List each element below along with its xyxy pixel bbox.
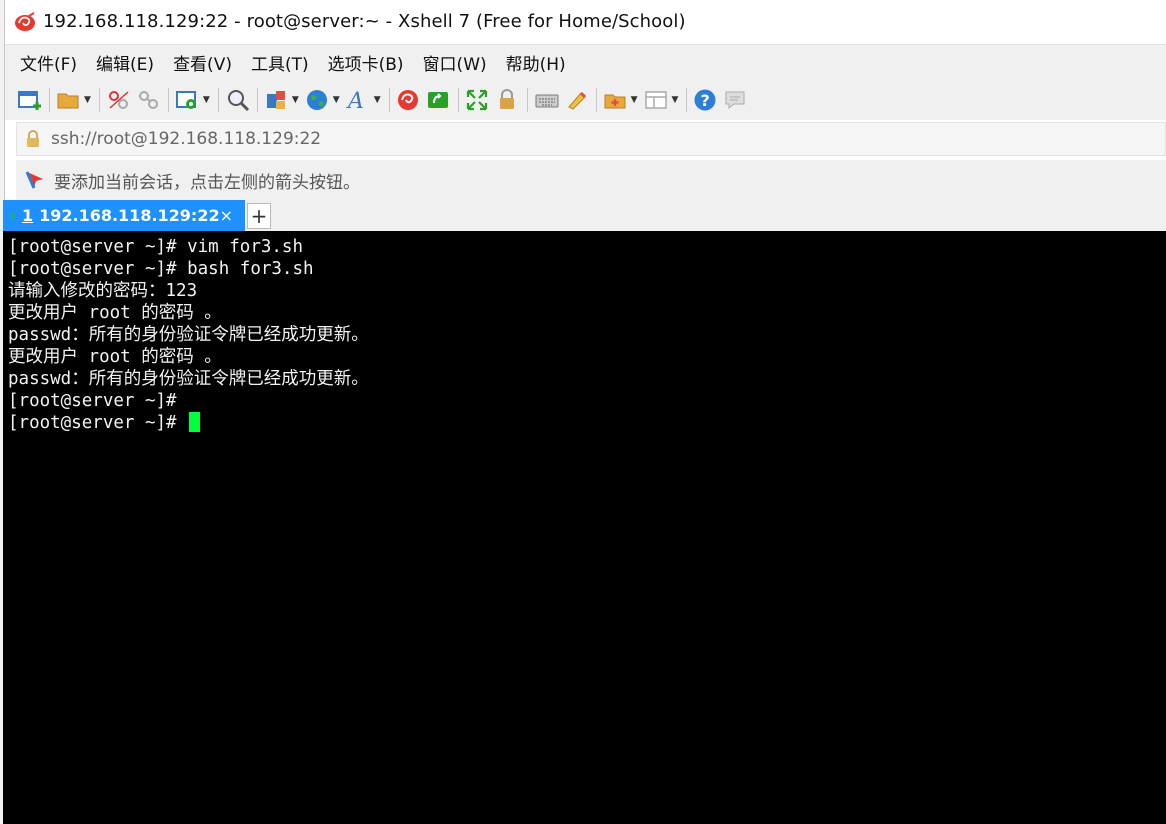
keyboard-icon	[535, 94, 559, 108]
terminal-line: passwd：所有的身份验证令牌已经成功更新。	[8, 369, 369, 389]
title-bar: 192.168.118.129:22 - root@server:~ - Xsh…	[5, 0, 1166, 43]
terminal-line: [root@server ~]# bash for3.sh	[8, 259, 314, 279]
fullscreen-icon	[466, 89, 487, 111]
svg-text:?: ?	[701, 91, 710, 110]
address-field[interactable]: ssh://root@192.168.118.129:22	[51, 129, 321, 149]
tab-number: 1	[21, 206, 34, 225]
menu-bar: 文件(F) 编辑(E) 查看(V) 工具(T) 选项卡(B) 窗口(W) 帮助(…	[5, 44, 1166, 80]
terminal-area[interactable]: [root@server ~]# vim for3.sh [root@serve…	[3, 231, 1166, 824]
chat-button[interactable]	[723, 85, 749, 115]
terminal-prompt-line: [root@server ~]#	[8, 412, 1166, 434]
xshell-button[interactable]	[396, 85, 422, 115]
xshell-icon	[397, 90, 418, 110]
toolbar: ▼ ▼ ▼ ▼ A ▼ ▼ ▼ ?	[5, 80, 1166, 120]
new-tab-folder-icon	[604, 94, 626, 109]
tab-label: 192.168.118.129:22	[39, 206, 220, 225]
keyboard-button[interactable]	[534, 85, 560, 115]
connected-status-icon	[12, 211, 14, 220]
tab-bar: 1 192.168.118.129:22 × +	[3, 200, 1166, 231]
help-button[interactable]: ?	[693, 85, 719, 115]
font-icon: A	[346, 89, 364, 112]
transfer-button[interactable]: ▼	[264, 85, 301, 115]
dropdown-arrow-icon[interactable]: ▼	[374, 95, 381, 105]
toolbar-separator	[217, 88, 219, 112]
add-session-arrow-icon[interactable]	[24, 169, 46, 191]
highlight-button[interactable]	[564, 85, 590, 115]
menu-tools[interactable]: 工具(T)	[249, 48, 311, 77]
toolbar-separator	[49, 88, 50, 112]
tab-close-icon[interactable]: ×	[220, 206, 233, 225]
session-hint-bar: 要添加当前会话，点击左侧的箭头按钮。	[16, 160, 1166, 200]
chat-icon	[725, 91, 745, 110]
find-button[interactable]	[225, 85, 251, 115]
find-icon	[227, 90, 249, 112]
fullscreen-button[interactable]	[465, 85, 491, 115]
terminal-line: 请输入修改的密码：123	[8, 281, 198, 301]
open-session-button[interactable]: ▼	[56, 85, 93, 115]
dropdown-arrow-icon[interactable]: ▼	[631, 95, 638, 105]
menu-view[interactable]: 查看(V)	[171, 48, 234, 77]
new-session-button[interactable]	[17, 85, 43, 115]
terminal-prompt: [root@server ~]#	[8, 413, 188, 433]
toolbar-separator	[256, 88, 258, 112]
toolbar-separator	[98, 88, 100, 112]
terminal-line: [root@server ~]#	[8, 391, 177, 411]
toolbar-separator	[457, 88, 459, 112]
globe-icon	[306, 90, 327, 110]
new-tab-button[interactable]: +	[247, 203, 271, 229]
properties-button[interactable]: ▼	[175, 85, 212, 115]
menu-window[interactable]: 窗口(W)	[421, 48, 489, 77]
disconnect-icon	[108, 91, 129, 109]
dropdown-arrow-icon[interactable]: ▼	[203, 95, 210, 105]
svg-text:A: A	[346, 89, 364, 112]
toolbar-separator	[388, 88, 390, 112]
layout-icon	[644, 91, 667, 109]
new-session-icon	[18, 91, 41, 110]
dropdown-arrow-icon[interactable]: ▼	[672, 95, 679, 105]
dropdown-arrow-icon[interactable]: ▼	[84, 95, 91, 105]
new-tab-group-button[interactable]: ▼	[603, 85, 640, 115]
font-button[interactable]: A ▼	[346, 85, 383, 115]
reconnect-button[interactable]	[136, 85, 162, 115]
highlight-icon	[567, 91, 586, 110]
address-bar[interactable]: ssh://root@192.168.118.129:22	[16, 122, 1166, 156]
menu-help[interactable]: 帮助(H)	[504, 48, 568, 77]
reconnect-icon	[138, 91, 158, 109]
xshell-app-icon	[11, 10, 39, 34]
transfer-icon	[266, 91, 285, 109]
globe-button[interactable]: ▼	[305, 85, 342, 115]
terminal-line: 更改用户 root 的密码 。	[8, 347, 222, 367]
menu-file[interactable]: 文件(F)	[18, 48, 79, 77]
properties-icon	[175, 91, 196, 109]
terminal-line: passwd：所有的身份验证令牌已经成功更新。	[8, 325, 369, 345]
toolbar-separator	[526, 88, 528, 112]
window-title: 192.168.118.129:22 - root@server:~ - Xsh…	[43, 11, 686, 32]
lock-icon	[27, 130, 39, 147]
xftp-button[interactable]	[426, 85, 452, 115]
tab-session-1[interactable]: 1 192.168.118.129:22 ×	[3, 200, 245, 231]
disconnect-button[interactable]	[106, 85, 132, 115]
xftp-icon	[427, 92, 448, 108]
toolbar-separator	[686, 88, 688, 112]
dropdown-arrow-icon[interactable]: ▼	[333, 95, 340, 105]
terminal-line: [root@server ~]# vim for3.sh	[8, 237, 304, 257]
toolbar-separator	[167, 88, 169, 112]
lock-icon	[499, 89, 514, 109]
layout-button[interactable]: ▼	[644, 85, 681, 115]
session-hint-text: 要添加当前会话，点击左侧的箭头按钮。	[54, 172, 360, 193]
lock-button[interactable]	[495, 85, 521, 115]
help-icon: ?	[694, 89, 716, 111]
terminal-line: 更改用户 root 的密码 。	[8, 303, 222, 323]
open-folder-icon	[57, 93, 79, 109]
toolbar-separator	[595, 88, 597, 112]
menu-edit[interactable]: 编辑(E)	[94, 48, 156, 77]
menu-tabs[interactable]: 选项卡(B)	[326, 48, 406, 77]
terminal-cursor	[189, 412, 201, 432]
dropdown-arrow-icon[interactable]: ▼	[292, 95, 299, 105]
